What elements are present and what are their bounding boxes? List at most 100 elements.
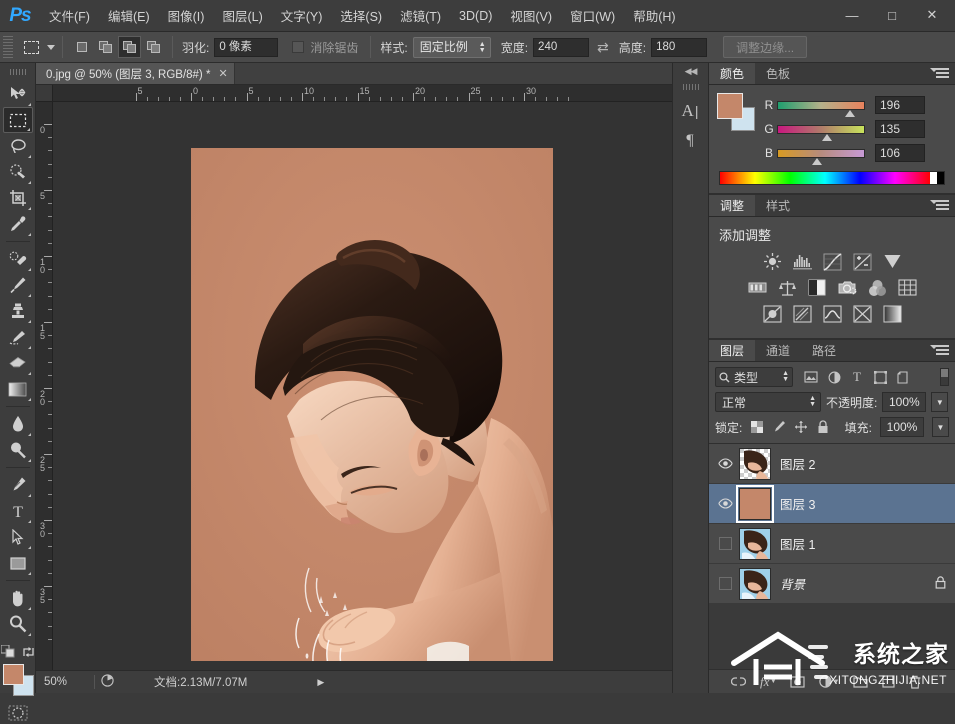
tab-channels[interactable]: 通道: [755, 340, 801, 361]
clone-stamp-tool[interactable]: [3, 298, 33, 324]
panel-menu-icon[interactable]: [936, 345, 949, 355]
move-tool[interactable]: [3, 81, 33, 107]
smart-object-filter-icon[interactable]: [895, 369, 911, 385]
ruler-corner[interactable]: [36, 85, 53, 102]
layer-row[interactable]: 图层 1: [709, 524, 955, 564]
options-bar-grip[interactable]: [3, 36, 13, 58]
menu-item-7[interactable]: 3D(D): [450, 6, 501, 26]
close-button[interactable]: ✕: [913, 3, 951, 27]
layer-row[interactable]: 背景: [709, 564, 955, 604]
brightness-contrast-icon[interactable]: [762, 252, 783, 271]
antialias-checkbox[interactable]: [292, 41, 304, 53]
quick-selection-tool[interactable]: [3, 159, 33, 185]
default-colors-icon[interactable]: [1, 645, 16, 658]
exposure-icon[interactable]: [852, 252, 873, 271]
hand-tool[interactable]: [3, 585, 33, 611]
maximize-button[interactable]: □: [873, 3, 911, 27]
add-to-selection-button[interactable]: [94, 36, 117, 58]
link-layers-button[interactable]: [731, 676, 746, 687]
layer-thumbnail[interactable]: [739, 568, 771, 600]
lock-position-icon[interactable]: [794, 420, 808, 434]
layer-visibility-toggle[interactable]: [711, 577, 739, 590]
style-select[interactable]: 固定比例 ▲▼: [413, 37, 491, 58]
menu-item-4[interactable]: 文字(Y): [272, 3, 332, 28]
panel-menu-icon[interactable]: [936, 68, 949, 78]
height-input[interactable]: 180: [651, 38, 707, 57]
rectangular-marquee-icon[interactable]: [18, 36, 44, 58]
feather-input[interactable]: 0 像素: [214, 38, 278, 57]
subtract-from-selection-button[interactable]: [118, 36, 141, 58]
channel-value-b[interactable]: 106: [875, 144, 925, 162]
channel-slider-g[interactable]: [777, 125, 865, 134]
layer-visibility-toggle[interactable]: [711, 537, 739, 550]
color-lookup-icon[interactable]: [897, 278, 918, 297]
fill-value[interactable]: 100%: [880, 417, 924, 437]
white-chip[interactable]: [930, 172, 937, 184]
path-selection-tool[interactable]: [3, 524, 33, 550]
tab-layers[interactable]: 图层: [709, 340, 755, 361]
opacity-slider-button[interactable]: ▼: [931, 392, 948, 412]
menu-item-6[interactable]: 滤镜(T): [391, 3, 450, 28]
tab-styles[interactable]: 样式: [755, 195, 801, 216]
new-selection-button[interactable]: [70, 36, 93, 58]
black-chip[interactable]: [937, 172, 944, 184]
layer-row[interactable]: 图层 2: [709, 444, 955, 484]
swap-arrows-icon[interactable]: ⇄: [597, 39, 609, 56]
color-panel-swatches[interactable]: [717, 93, 755, 131]
type-tool[interactable]: T: [3, 498, 33, 524]
posterize-icon[interactable]: [792, 304, 813, 323]
curves-icon[interactable]: [822, 252, 843, 271]
gradient-map-icon[interactable]: [882, 304, 903, 323]
layer-thumbnail[interactable]: [739, 488, 771, 520]
brush-tool[interactable]: [3, 272, 33, 298]
swap-colors-icon[interactable]: [22, 646, 35, 658]
channel-value-g[interactable]: 135: [875, 120, 925, 138]
new-fill-adjustment-button[interactable]: ▼: [819, 675, 839, 688]
channel-mixer-icon[interactable]: [867, 278, 888, 297]
gradient-tool[interactable]: [3, 376, 33, 402]
eraser-tool[interactable]: [3, 350, 33, 376]
menu-item-2[interactable]: 图像(I): [159, 3, 214, 28]
horizontal-ruler[interactable]: 5051015202530: [36, 85, 708, 102]
black-white-icon[interactable]: [807, 278, 828, 297]
lock-image-icon[interactable]: [772, 420, 786, 434]
document-canvas[interactable]: [191, 148, 553, 661]
zoom-level[interactable]: 50%: [36, 676, 88, 688]
lock-transparent-icon[interactable]: [750, 420, 764, 434]
spot-healing-brush-tool[interactable]: [3, 246, 33, 272]
tools-panel-grip[interactable]: [10, 69, 26, 75]
layer-visibility-toggle[interactable]: [711, 458, 739, 469]
new-layer-button[interactable]: [882, 675, 895, 688]
document-tab[interactable]: 0.jpg @ 50% (图层 3, RGB/8#) * ✕: [36, 63, 235, 84]
new-group-button[interactable]: [853, 676, 868, 688]
lasso-tool[interactable]: [3, 133, 33, 159]
invert-icon[interactable]: [762, 304, 783, 323]
intersect-selection-button[interactable]: [142, 36, 165, 58]
close-icon[interactable]: ✕: [218, 67, 227, 80]
menu-item-9[interactable]: 窗口(W): [561, 3, 624, 28]
crop-tool[interactable]: [3, 185, 33, 211]
menu-item-10[interactable]: 帮助(H): [624, 3, 684, 28]
vertical-ruler[interactable]: 05101520253035: [36, 102, 53, 670]
type-layer-filter-icon[interactable]: T: [849, 369, 865, 385]
lock-all-icon[interactable]: [816, 420, 830, 434]
collapse-panels-button[interactable]: ◀◀: [673, 63, 708, 80]
chevron-down-icon[interactable]: [47, 45, 55, 50]
menu-item-5[interactable]: 选择(S): [331, 3, 391, 28]
hue-saturation-icon[interactable]: [747, 278, 768, 297]
strip-grip[interactable]: [683, 84, 699, 90]
dodge-tool[interactable]: [3, 437, 33, 463]
tab-color[interactable]: 颜色: [709, 63, 755, 84]
layer-row[interactable]: 图层 3: [709, 484, 955, 524]
menu-item-3[interactable]: 图层(L): [213, 3, 271, 28]
foreground-color-swatch[interactable]: [3, 664, 24, 685]
width-input[interactable]: 240: [533, 38, 589, 57]
opacity-value[interactable]: 100%: [882, 392, 926, 412]
tab-swatches[interactable]: 色板: [755, 63, 801, 84]
layer-filter-select[interactable]: 类型 ▲▼: [715, 367, 793, 387]
paragraph-panel-icon[interactable]: ¶: [673, 126, 707, 156]
blend-mode-select[interactable]: 正常 ▲▼: [715, 392, 821, 412]
eyedropper-tool[interactable]: [3, 211, 33, 237]
fill-slider-button[interactable]: ▼: [932, 417, 949, 437]
status-expand-arrow[interactable]: ▶: [317, 677, 324, 688]
